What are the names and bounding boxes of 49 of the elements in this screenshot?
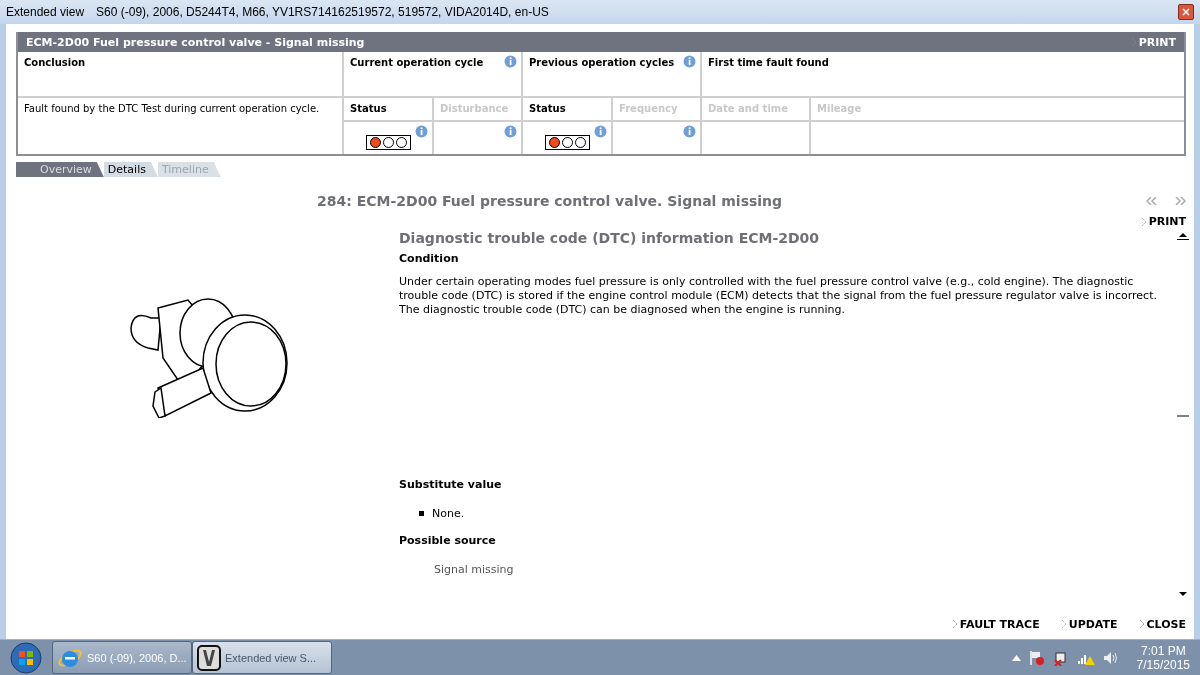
condition-heading: Condition (399, 252, 460, 265)
footer-link[interactable]: FAULT TRACE (952, 617, 1040, 631)
bullet-icon (419, 511, 424, 516)
print-link[interactable]: PRINT (1131, 35, 1176, 49)
conclusion-text: Fault found by the DTC Test during current operation cycle. (24, 103, 320, 114)
section-heading: Diagnostic trouble code (DTC) information ECM-2D00 (399, 230, 821, 246)
fault-title: ECM-2D00 Fuel pressure control valve - Signal missing (26, 35, 365, 49)
document-title: 284: ECM-2D00 Fuel pressure control valve. Signal missing (317, 193, 783, 209)
info-icon[interactable] (683, 55, 696, 69)
column-heading: Previous operation cycles (529, 57, 675, 68)
info-icon[interactable] (683, 125, 696, 139)
info-icon[interactable] (504, 125, 517, 139)
footer-link[interactable]: CLOSE (1139, 617, 1186, 631)
clock-time: 7:01 PM (1140, 643, 1186, 658)
show-hidden-icon[interactable] (1011, 654, 1021, 661)
footer-link[interactable]: UPDATE (1061, 617, 1118, 631)
print-link[interactable]: PRINT (1141, 215, 1186, 228)
close-button[interactable] (1178, 4, 1194, 20)
info-icon[interactable] (504, 55, 517, 69)
column-heading: First time fault found (708, 57, 829, 68)
sub-heading: Status (529, 103, 566, 114)
tab[interactable]: Details (103, 162, 158, 177)
info-icon[interactable] (594, 125, 607, 139)
sub-heading: Status (350, 103, 387, 114)
previous-icon[interactable] (1146, 197, 1157, 205)
column-heading: Current operation cycle (350, 57, 484, 68)
app-icon (197, 644, 221, 671)
scroll-up-icon[interactable] (1177, 232, 1189, 240)
scroll-down-icon[interactable] (1177, 591, 1189, 597)
vehicle-info: S60 (-09), 2006, D5244T4, M66, YV1RS714162519572, 519572, VIDA2014D, en-US (96, 5, 549, 19)
clock[interactable]: 7:01 PM 7/15/2015 (1136, 643, 1190, 672)
list-item: None. (432, 507, 465, 520)
flag-icon[interactable] (1028, 649, 1045, 666)
clock-date: 7/15/2015 (1136, 657, 1190, 672)
close-icon (1182, 8, 1190, 16)
substitute-heading: Substitute value (399, 478, 503, 491)
info-icon[interactable] (415, 125, 428, 139)
source-item: Signal missing (433, 563, 515, 576)
column-heading: Conclusion (24, 57, 86, 68)
task-label: S60 (-09), 2006, D... (87, 651, 187, 664)
taskbar-button[interactable]: Extended view S... (192, 641, 332, 674)
paragraph: The diagnostic trouble code (DTC) can be diagnosed when the engine is running. (399, 303, 846, 317)
source-heading: Possible source (399, 534, 497, 547)
window-title: Extended view (6, 5, 85, 19)
task-label: Extended view S... (225, 651, 317, 664)
scroll-thumb[interactable] (1177, 414, 1189, 417)
next-icon[interactable] (1175, 197, 1186, 205)
paragraph: Under certain operating modes fuel pressure is only controlled with the fuel pressure control valve (e.g., cold engine). The diagnostic trouble code (DTC) is stored if the engine control module (ECM) detects that the signal from the fuel pressure regulator valve is incorrect. (399, 275, 1158, 303)
tab[interactable]: Overview (16, 162, 104, 177)
